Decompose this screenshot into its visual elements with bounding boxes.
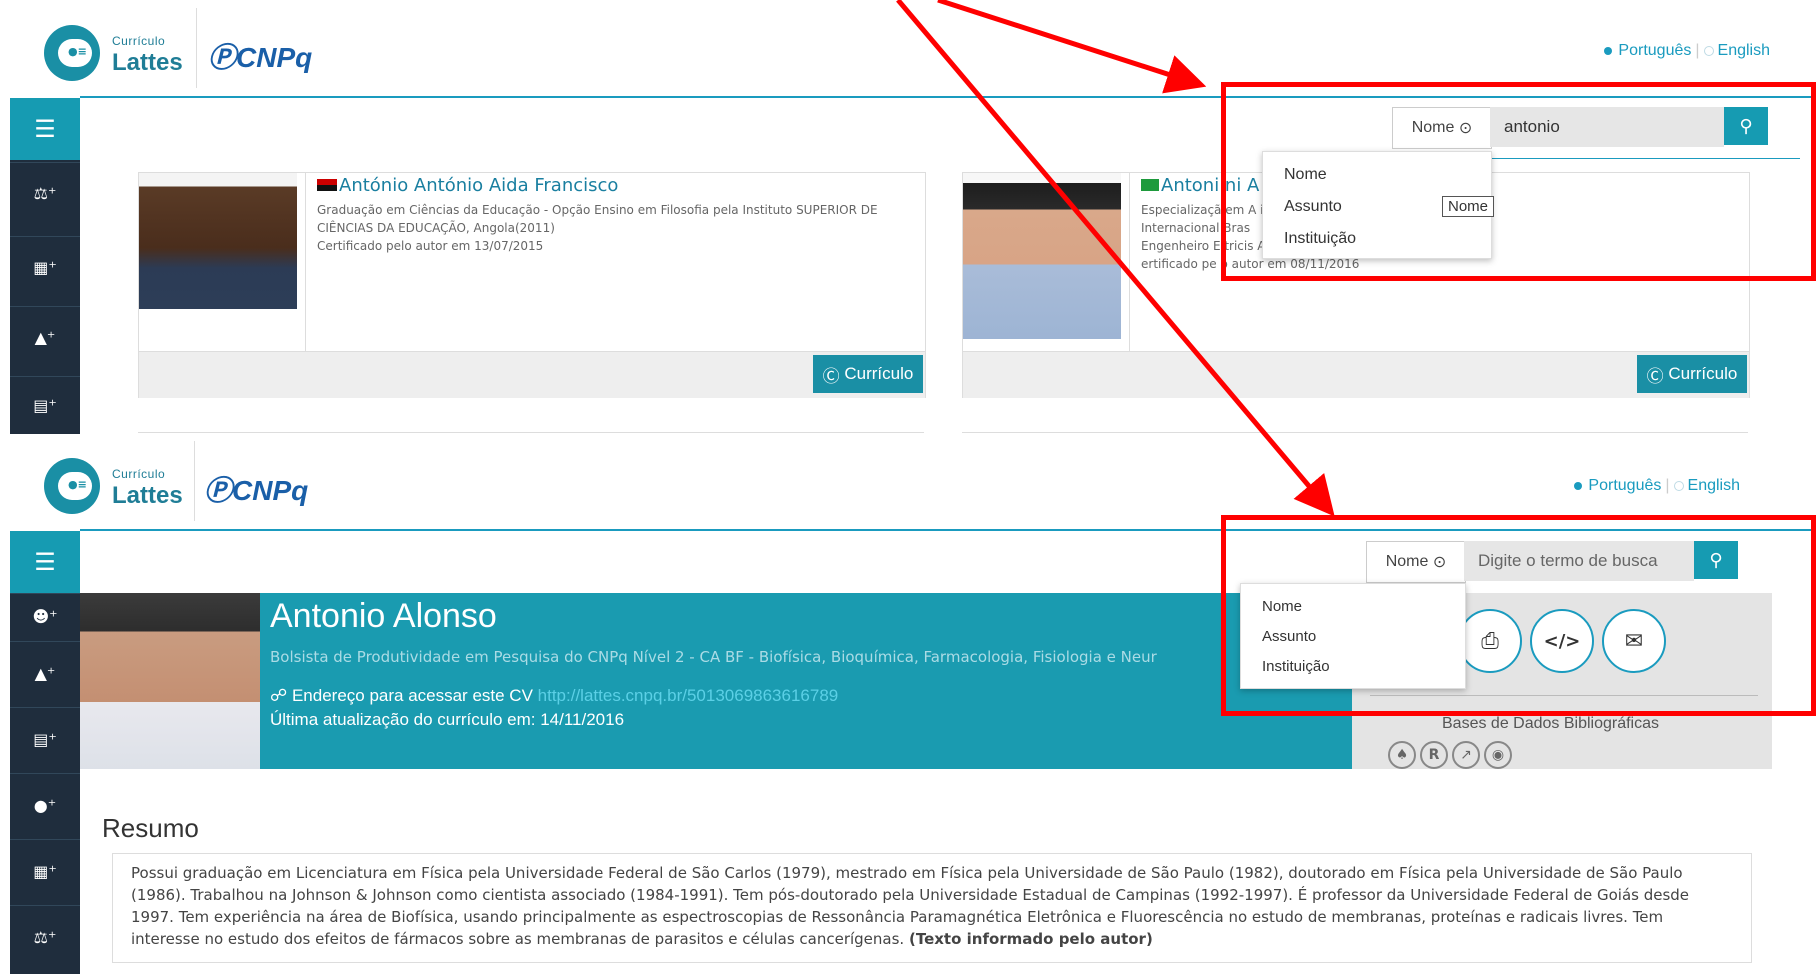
arrow-long — [896, 0, 1335, 517]
arrow-top — [937, 0, 1207, 94]
annotation-arrows — [896, 0, 1335, 517]
